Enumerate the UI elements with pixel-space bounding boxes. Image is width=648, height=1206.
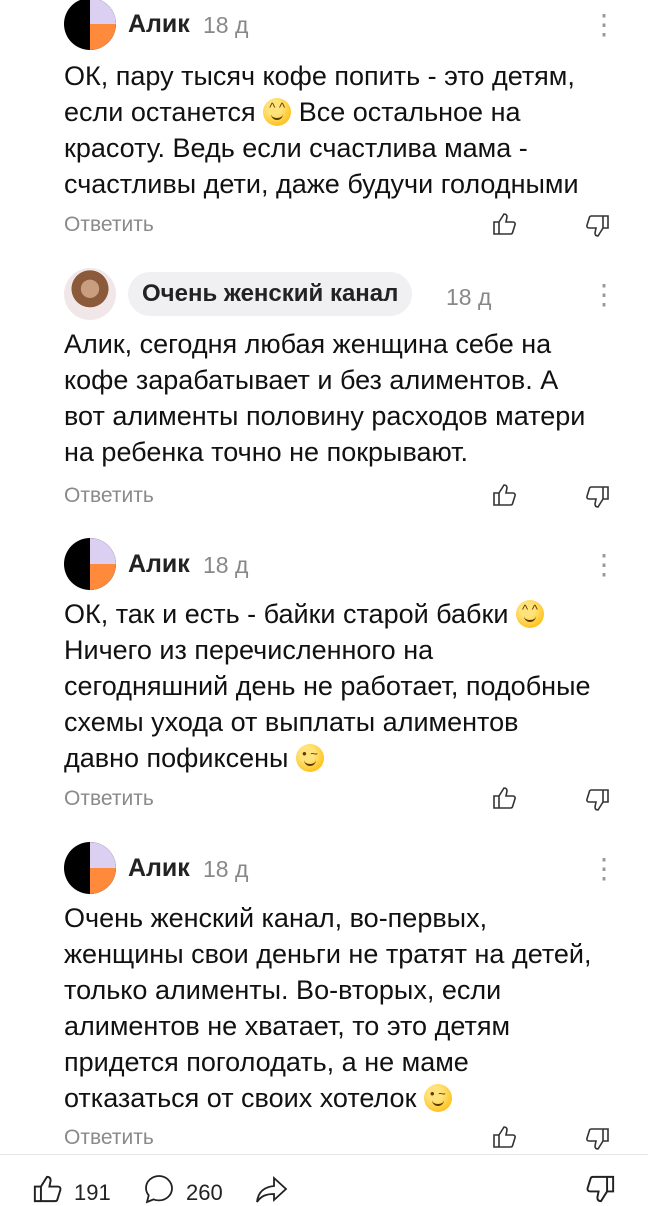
author-name[interactable]: Алик xyxy=(128,10,190,39)
comment-time: 18 д xyxy=(203,856,249,882)
like-icon[interactable] xyxy=(490,1123,518,1151)
comment-time: 18 д xyxy=(203,552,249,578)
avatar[interactable] xyxy=(64,268,116,320)
avatar[interactable] xyxy=(64,842,116,894)
winking-face-emoji: • ~ xyxy=(423,1084,452,1112)
comments-count: 260 xyxy=(186,1180,223,1205)
likes-count: 191 xyxy=(74,1180,111,1205)
avatar[interactable] xyxy=(64,538,116,590)
more-icon[interactable]: ⋮ xyxy=(590,280,618,310)
grinning-sweat-emoji: ^ ^ xyxy=(263,98,292,126)
comment-text: Очень женский канал, во-первых, женщины … xyxy=(64,903,592,1113)
dislike-icon[interactable] xyxy=(584,786,612,814)
avatar[interactable] xyxy=(64,0,116,50)
author-name[interactable]: Очень женский канал xyxy=(128,272,413,316)
author-name[interactable]: Алик xyxy=(128,854,190,883)
author-name[interactable]: Алик xyxy=(128,550,190,579)
winking-face-emoji: • ~ xyxy=(295,744,324,772)
like-icon[interactable] xyxy=(30,1172,64,1206)
grinning-sweat-emoji: ^ ^ xyxy=(515,600,544,628)
bottom-action-bar: 191 260 xyxy=(0,1160,648,1205)
comment-text: Алик, сегодня любая женщина себе на кофе… xyxy=(64,329,586,467)
reply-button[interactable]: Ответить xyxy=(64,484,154,508)
like-icon[interactable] xyxy=(490,784,518,812)
comment-time: 18 д xyxy=(446,284,492,310)
dislike-icon[interactable] xyxy=(584,483,612,511)
dislike-icon[interactable] xyxy=(584,1125,612,1153)
reply-button[interactable]: Ответить xyxy=(64,1126,154,1150)
like-icon[interactable] xyxy=(490,481,518,509)
comment-text: ОК, так и есть - байки старой бабки ^ ^ … xyxy=(64,599,591,773)
comment-icon[interactable] xyxy=(142,1172,176,1206)
more-icon[interactable]: ⋮ xyxy=(590,10,618,40)
dislike-icon[interactable] xyxy=(584,1172,618,1206)
reply-button[interactable]: Ответить xyxy=(64,213,154,237)
more-icon[interactable]: ⋮ xyxy=(590,854,618,884)
comment-text: ОК, пару тысяч кофе попить - это детям, … xyxy=(64,61,579,199)
share-icon[interactable] xyxy=(254,1172,290,1206)
like-icon[interactable] xyxy=(490,210,518,238)
comment-time: 18 д xyxy=(203,12,249,38)
reply-button[interactable]: Ответить xyxy=(64,787,154,811)
more-icon[interactable]: ⋮ xyxy=(590,550,618,580)
dislike-icon[interactable] xyxy=(584,212,612,240)
divider xyxy=(0,1154,648,1155)
